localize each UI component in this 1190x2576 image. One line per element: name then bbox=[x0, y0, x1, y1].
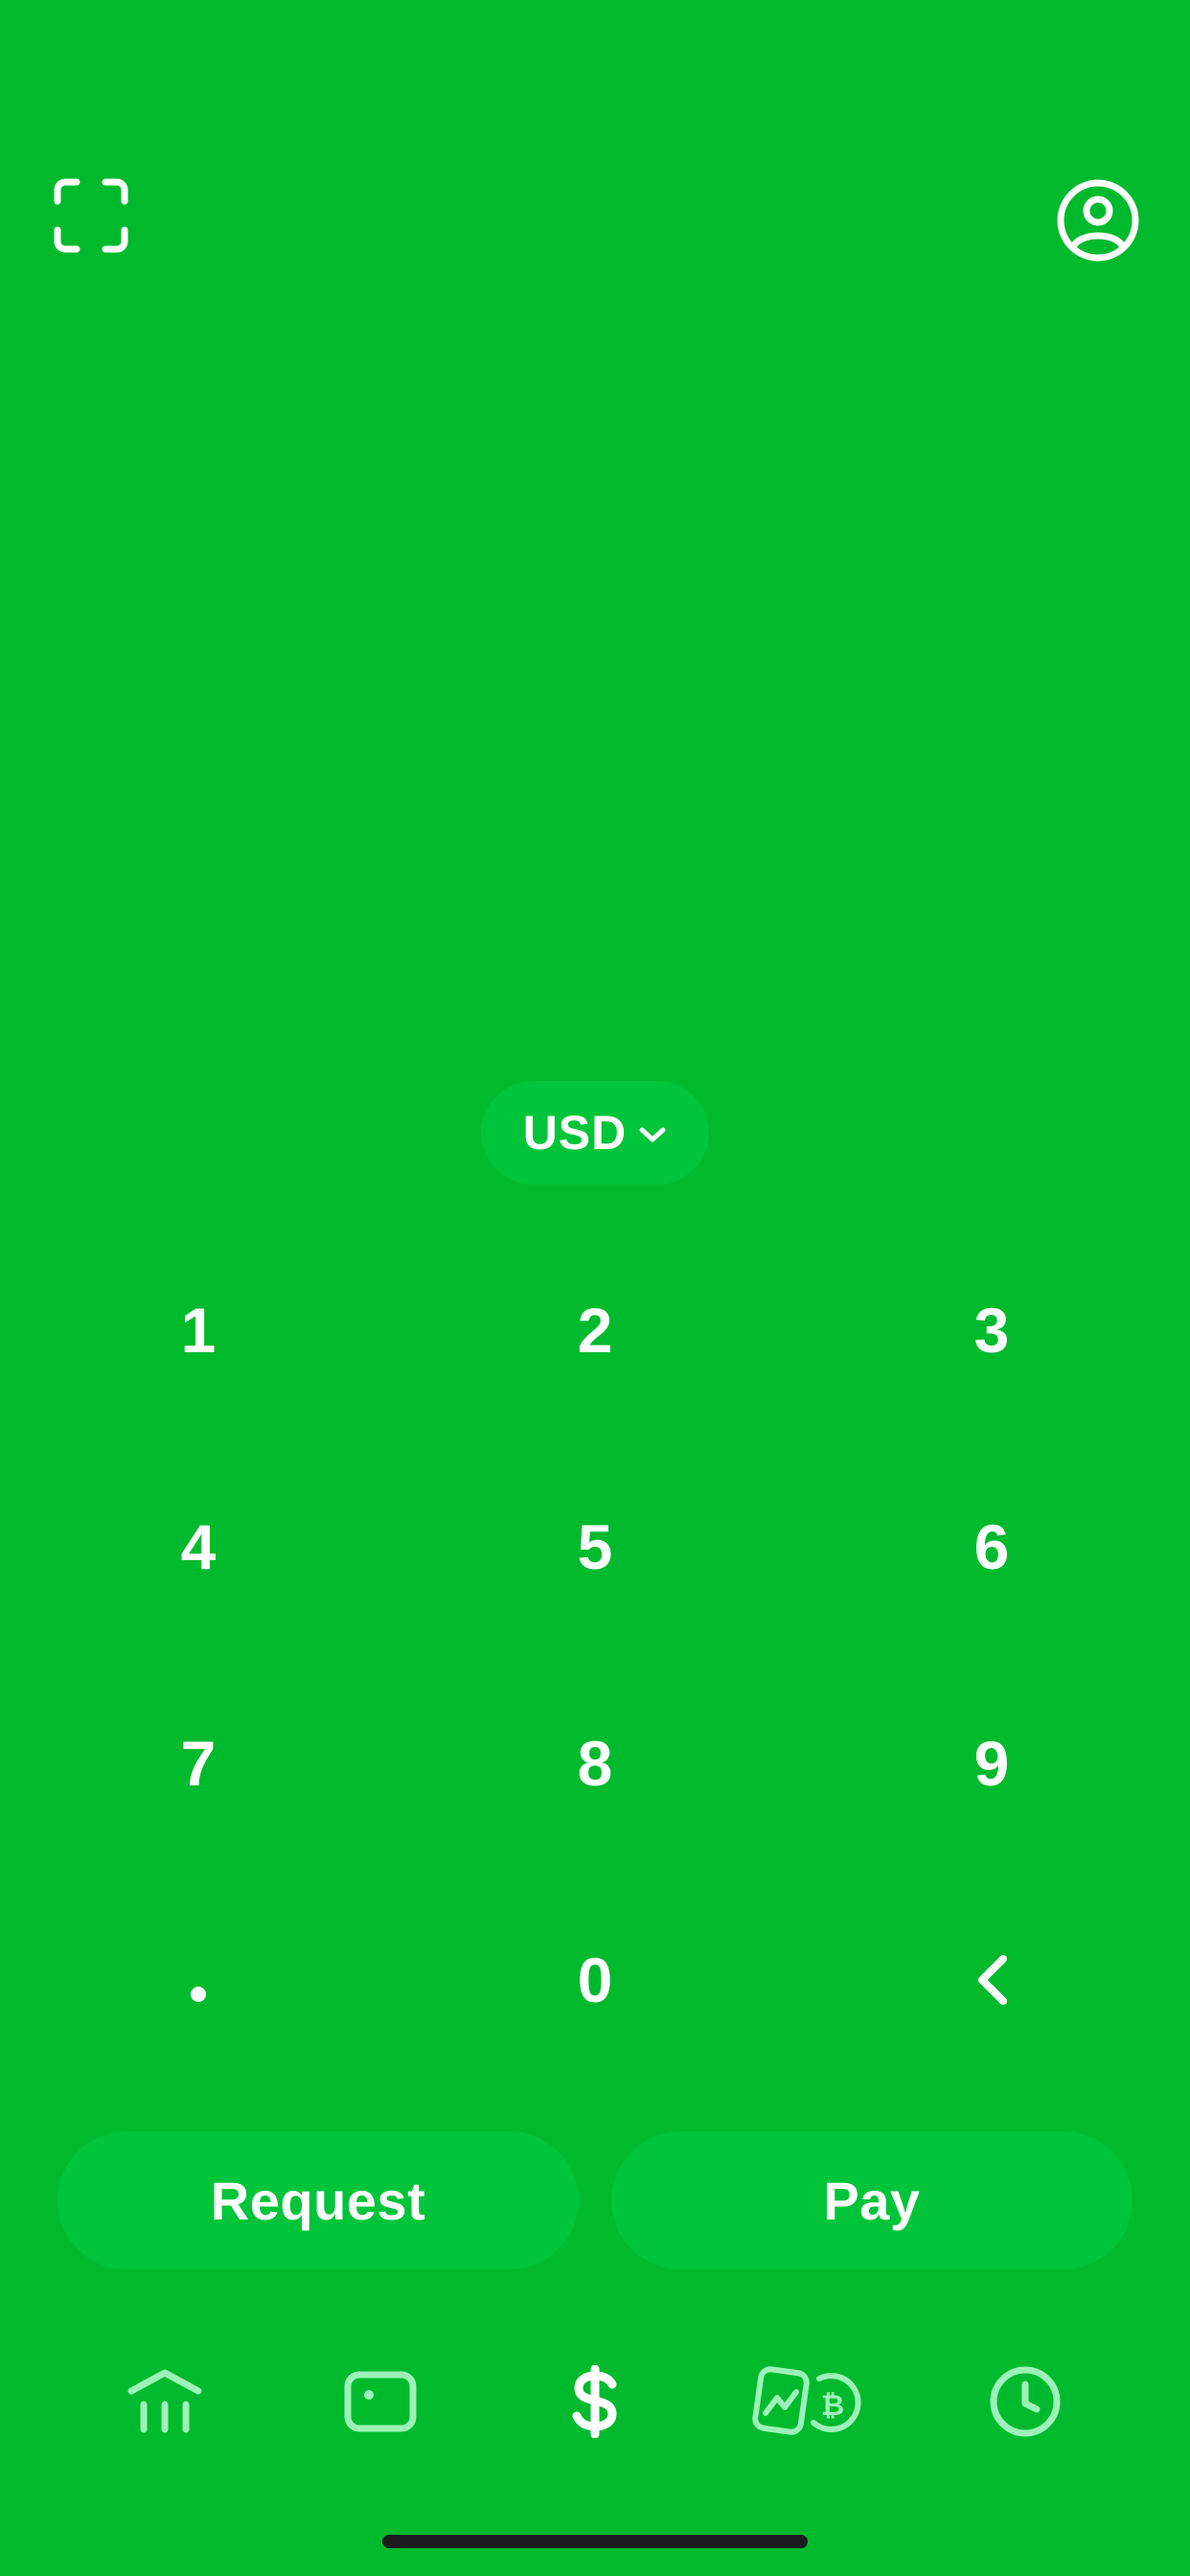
key-0[interactable]: 0 bbox=[397, 1872, 793, 2088]
tab-activity[interactable] bbox=[963, 2354, 1087, 2450]
key-decimal[interactable] bbox=[0, 1872, 397, 2088]
key-4[interactable]: 4 bbox=[0, 1438, 397, 1655]
pay-button[interactable]: Pay bbox=[611, 2131, 1133, 2269]
card-icon bbox=[344, 2371, 417, 2432]
backspace-chevron-icon bbox=[978, 1955, 1007, 2005]
dollar-icon bbox=[572, 2365, 617, 2438]
key-3[interactable]: 3 bbox=[793, 1222, 1190, 1438]
svg-text:₿: ₿ bbox=[821, 2390, 844, 2422]
home-indicator bbox=[382, 2535, 808, 2548]
request-button[interactable]: Request bbox=[57, 2131, 579, 2269]
key-9[interactable]: 9 bbox=[793, 1655, 1190, 1872]
key-1[interactable]: 1 bbox=[0, 1222, 397, 1438]
home-bank-icon bbox=[127, 2369, 202, 2433]
key-7[interactable]: 7 bbox=[0, 1655, 397, 1872]
key-6[interactable]: 6 bbox=[793, 1438, 1190, 1655]
currency-selector[interactable]: USD bbox=[481, 1081, 709, 1184]
chevron-down-icon bbox=[639, 1127, 666, 1142]
tab-card[interactable] bbox=[318, 2354, 443, 2450]
tab-investing[interactable]: ₿ bbox=[747, 2354, 872, 2450]
tab-home[interactable] bbox=[103, 2354, 227, 2450]
key-5[interactable]: 5 bbox=[397, 1438, 793, 1655]
currency-label: USD bbox=[522, 1106, 628, 1160]
decimal-point bbox=[191, 1987, 206, 2002]
investing-bitcoin-icon: ₿ bbox=[752, 2366, 861, 2435]
tab-money[interactable] bbox=[533, 2354, 657, 2450]
clock-icon bbox=[990, 2366, 1061, 2437]
key-backspace[interactable] bbox=[793, 1872, 1190, 2088]
profile-icon[interactable] bbox=[1052, 174, 1144, 266]
cash-app-pay-screen: USD 1 2 3 4 5 6 7 8 9 0 Request Pay ₿ bbox=[0, 0, 1190, 2576]
key-2[interactable]: 2 bbox=[397, 1222, 793, 1438]
number-keypad: 1 2 3 4 5 6 7 8 9 0 bbox=[0, 1222, 1190, 2088]
scan-icon[interactable] bbox=[50, 174, 132, 257]
tab-bar: ₿ bbox=[0, 2348, 1190, 2455]
key-8[interactable]: 8 bbox=[397, 1655, 793, 1872]
